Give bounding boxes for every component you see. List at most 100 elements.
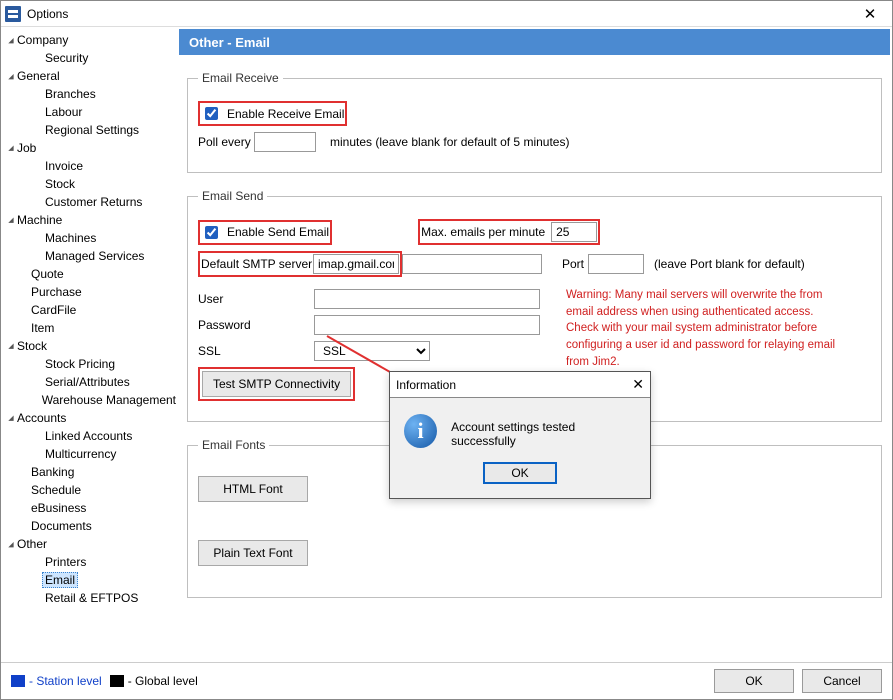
tree-item[interactable]: Labour	[1, 103, 176, 121]
password-label: Password	[198, 318, 314, 332]
tree-item[interactable]: Security	[1, 49, 176, 67]
tree-item[interactable]: Documents	[1, 517, 176, 535]
tree-item[interactable]: Invoice	[1, 157, 176, 175]
test-smtp-button[interactable]: Test SMTP Connectivity	[202, 371, 351, 397]
tree-item[interactable]: Machines	[1, 229, 176, 247]
tree-item[interactable]: Banking	[1, 463, 176, 481]
tree-item-label: Job	[17, 141, 36, 155]
info-icon	[404, 414, 437, 448]
tree-item[interactable]: Warehouse Management	[1, 391, 176, 409]
tree-item[interactable]: ◢Stock	[1, 337, 176, 355]
tree-item-label: Accounts	[17, 411, 66, 425]
tree-item[interactable]: Stock Pricing	[1, 355, 176, 373]
black-swatch-icon	[110, 675, 124, 687]
tree-item[interactable]: ◢Machine	[1, 211, 176, 229]
dialog-message: Account settings tested successfully	[451, 414, 638, 448]
tree-item-label: Other	[17, 537, 47, 551]
options-window: Options ✕ ◢CompanySecurity◢GeneralBranch…	[0, 0, 893, 700]
tree-item[interactable]: Quote	[1, 265, 176, 283]
dialog-title: Information	[396, 378, 456, 392]
tree-item-label: Customer Returns	[45, 195, 142, 209]
enable-send-checkbox[interactable]: Enable Send Email	[201, 223, 329, 242]
tree-item-label: Printers	[45, 555, 86, 569]
tree-item[interactable]: Item	[1, 319, 176, 337]
tree-item[interactable]: ◢Job	[1, 139, 176, 157]
caret-down-icon[interactable]: ◢	[7, 144, 15, 152]
tree-item-label: Machine	[17, 213, 62, 227]
tree-item[interactable]: Regional Settings	[1, 121, 176, 139]
enable-receive-label: Enable Receive Email	[227, 107, 344, 121]
tree-item[interactable]: CardFile	[1, 301, 176, 319]
tree-item[interactable]: Purchase	[1, 283, 176, 301]
tree-item[interactable]: Serial/Attributes	[1, 373, 176, 391]
caret-down-icon[interactable]: ◢	[7, 540, 15, 548]
tree-item-label: Quote	[31, 267, 64, 281]
tree-item-label: Email	[42, 572, 78, 588]
caret-down-icon[interactable]: ◢	[7, 216, 15, 224]
tree-item-label: Security	[45, 51, 88, 65]
tree-item[interactable]: Managed Services	[1, 247, 176, 265]
html-font-button[interactable]: HTML Font	[198, 476, 308, 502]
tree-item[interactable]: Printers	[1, 553, 176, 571]
page-title: Other - Email	[179, 29, 890, 55]
tree-item[interactable]: ◢General	[1, 67, 176, 85]
tree-item-label: Stock	[45, 177, 75, 191]
tree-item[interactable]: Multicurrency	[1, 445, 176, 463]
plain-text-font-button[interactable]: Plain Text Font	[198, 540, 308, 566]
tree-item-label: eBusiness	[31, 501, 86, 515]
enable-send-label: Enable Send Email	[227, 225, 329, 239]
password-input[interactable]	[314, 315, 540, 335]
tree-item[interactable]: Stock	[1, 175, 176, 193]
caret-down-icon[interactable]: ◢	[7, 36, 15, 44]
footer: - Station level - Global level OK Cancel	[1, 663, 892, 699]
caret-down-icon[interactable]: ◢	[7, 342, 15, 350]
tree-item[interactable]: ◢Accounts	[1, 409, 176, 427]
poll-every-input[interactable]	[254, 132, 316, 152]
smtp-server-label: Default SMTP server	[201, 257, 313, 271]
info-dialog: Information ✕ Account settings tested su…	[389, 371, 651, 499]
tree-item[interactable]: Customer Returns	[1, 193, 176, 211]
dialog-ok-button[interactable]: OK	[483, 462, 557, 484]
tree-item[interactable]: eBusiness	[1, 499, 176, 517]
tree-item-label: Managed Services	[45, 249, 144, 263]
max-emails-input[interactable]	[551, 222, 597, 242]
caret-down-icon[interactable]: ◢	[7, 72, 15, 80]
dialog-close-icon[interactable]: ✕	[632, 376, 644, 393]
tree-item-label: Stock Pricing	[45, 357, 115, 371]
user-input[interactable]	[314, 289, 540, 309]
enable-receive-input[interactable]	[205, 107, 218, 120]
user-label: User	[198, 292, 314, 306]
tree-item[interactable]: Retail & EFTPOS	[1, 589, 176, 607]
tree-item[interactable]: Email	[1, 571, 176, 589]
tree-item-label: Labour	[45, 105, 82, 119]
enable-receive-checkbox[interactable]: Enable Receive Email	[201, 104, 344, 123]
tree-item[interactable]: ◢Other	[1, 535, 176, 553]
nav-tree[interactable]: ◢CompanySecurity◢GeneralBranchesLabourRe…	[1, 27, 177, 662]
tree-item[interactable]: Branches	[1, 85, 176, 103]
station-level-legend: - Station level	[11, 674, 102, 688]
smtp-server-input-2[interactable]	[402, 254, 542, 274]
tree-item[interactable]: ◢Company	[1, 31, 176, 49]
ssl-select[interactable]: SSL	[314, 341, 430, 361]
tree-item-label: Branches	[45, 87, 96, 101]
tree-item-label: Warehouse Management	[42, 393, 176, 407]
tree-item-label: Regional Settings	[45, 123, 139, 137]
caret-down-icon[interactable]: ◢	[7, 414, 15, 422]
ssl-label: SSL	[198, 344, 314, 358]
email-receive-group: Email Receive Enable Receive Email Poll …	[187, 71, 882, 173]
ok-button[interactable]: OK	[714, 669, 794, 693]
enable-send-input[interactable]	[205, 226, 218, 239]
dialog-titlebar: Information ✕	[390, 372, 650, 398]
smtp-server-input[interactable]	[313, 254, 399, 274]
tree-item-label: Serial/Attributes	[45, 375, 130, 389]
tree-item[interactable]: Schedule	[1, 481, 176, 499]
tree-item-label: Purchase	[31, 285, 82, 299]
email-send-legend: Email Send	[198, 189, 267, 203]
tree-item-label: Company	[17, 33, 68, 47]
port-input[interactable]	[588, 254, 644, 274]
content-pane: Other - Email Email Receive Enable Recei…	[177, 27, 892, 662]
tree-item[interactable]: Linked Accounts	[1, 427, 176, 445]
poll-every-label: Poll every	[198, 135, 254, 149]
cancel-button[interactable]: Cancel	[802, 669, 882, 693]
close-icon[interactable]: ✕	[852, 5, 888, 23]
